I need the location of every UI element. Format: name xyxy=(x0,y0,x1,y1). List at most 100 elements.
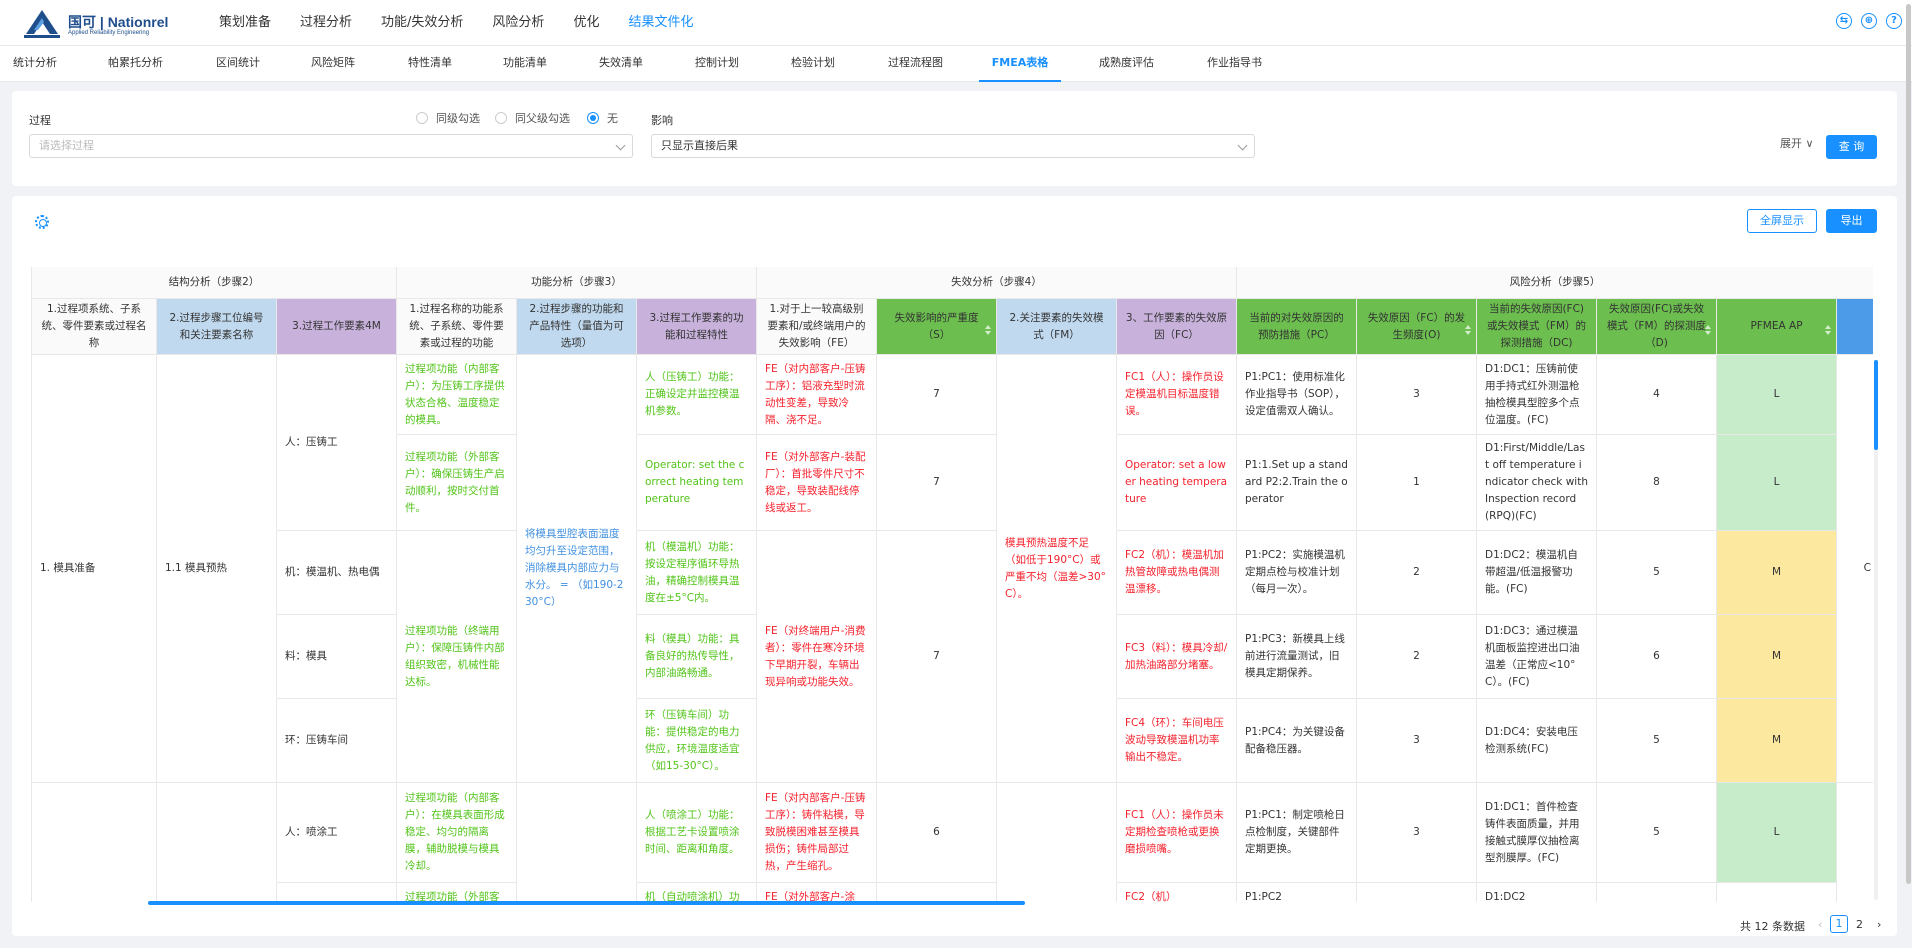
tab-inspection-plan[interactable]: 检验计划 xyxy=(791,46,835,82)
sort-icon[interactable] xyxy=(1705,325,1711,339)
gear-icon[interactable] xyxy=(35,215,49,229)
cell-work-element[interactable]: 机：模温机、热电偶 xyxy=(277,531,397,615)
cell-element-function[interactable]: 人（压铸工）功能：正确设定并监控模温机参数。 xyxy=(637,355,757,435)
chevron-left-icon[interactable]: ‹ xyxy=(1818,918,1822,931)
cell-failure-effect[interactable]: FE（对内部客户-压铸工序）：铸件粘模，导致脱模困难甚至模具损伤；铸件局部过热，… xyxy=(757,783,877,883)
cell-failure-cause[interactable]: FC3（料）：模具冷却/加热油路部分堵塞。 xyxy=(1117,615,1237,699)
cell-failure-cause[interactable]: FC2（机）：模温机加热管故障或热电偶测温漂移。 xyxy=(1117,531,1237,615)
tab-interval[interactable]: 区间统计 xyxy=(216,46,260,82)
cell-failure-cause[interactable]: Operator: set a lower heating temperatur… xyxy=(1117,435,1237,531)
expand-toggle[interactable]: 展开 ∨ xyxy=(1780,135,1814,151)
cell-detection[interactable]: 6 xyxy=(1597,615,1717,699)
cell-element-function[interactable]: 环（压铸车间）功能：提供稳定的电力供应，环境温度适宜（如15-30°C）。 xyxy=(637,699,757,783)
cell-process-step[interactable]: 1.1 模具预热 xyxy=(157,355,277,783)
cell-element-function[interactable]: 人（喷涂工）功能：根据工艺卡设置喷涂时间、距离和角度。 xyxy=(637,783,757,883)
cell-severity[interactable]: 7 xyxy=(877,531,997,783)
fullscreen-button[interactable]: 全屏显示 xyxy=(1747,209,1817,233)
cell-step-function[interactable]: 将模具型腔表面温度均匀升至设定范围，消除模具内部应力与水分。 = （如190-2… xyxy=(517,355,637,783)
col-header-step-function[interactable]: 2.过程步骤的功能和产品特性（量值为可选项） xyxy=(517,299,637,355)
page-1[interactable]: 1 xyxy=(1830,915,1848,933)
query-button[interactable]: 查 询 xyxy=(1826,135,1877,159)
nav-item-documentation[interactable]: 结果文件化 xyxy=(628,0,693,46)
cell-prevention[interactable]: P1:PC2：实施模温机定期点检与校准计划（每月一次）。 xyxy=(1237,531,1357,615)
cell-occurrence[interactable]: 2 xyxy=(1357,615,1477,699)
effect-select[interactable]: 只显示直接后果 xyxy=(651,134,1255,158)
cell-detection-measure[interactable]: D1:DC1：首件检查铸件表面质量，并用接触式膜厚仪抽检离型剂膜厚。(FC) xyxy=(1477,783,1597,883)
cell-detection[interactable]: 5 xyxy=(1597,531,1717,615)
cell-failure-mode[interactable]: 模具预热温度不足（如低于190°C）或严重不均（温差>30°C）。 xyxy=(997,355,1117,783)
tab-control-plan[interactable]: 控制计划 xyxy=(695,46,739,82)
tab-risk-matrix[interactable]: 风险矩阵 xyxy=(311,46,355,82)
cell-prevention[interactable]: P1:PC1：使用标准化作业指导书（SOP），设定值需双人确认。 xyxy=(1237,355,1357,435)
cell-work-element[interactable] xyxy=(277,883,397,902)
cell-element-function[interactable]: Operator: set the correct heating temper… xyxy=(637,435,757,531)
nav-item-function-failure[interactable]: 功能/失效分析 xyxy=(381,0,463,46)
cell-severity[interactable] xyxy=(877,883,997,902)
page-2[interactable]: 2 xyxy=(1856,918,1863,931)
cell-occurrence[interactable]: 3 xyxy=(1357,355,1477,435)
cell-work-element[interactable]: 人：喷涂工 xyxy=(277,783,397,883)
cell-process-function[interactable]: 过程项功能（内部客户）：为压铸工序提供状态合格、温度稳定的模具。 xyxy=(397,355,517,435)
col-header-pfmea-ap[interactable]: PFMEA AP xyxy=(1717,299,1837,355)
chevron-right-icon[interactable]: › xyxy=(1877,918,1881,931)
cell-detection-measure[interactable]: D1:DC3：通过模温机面板监控进出口油温差（正常应<10°C）。(FC) xyxy=(1477,615,1597,699)
cell-detection-measure[interactable]: D1:DC2：模温机自带超温/低温报警功能。(FC) xyxy=(1477,531,1597,615)
tab-functions[interactable]: 功能清单 xyxy=(503,46,547,82)
tab-pareto[interactable]: 帕累托分析 xyxy=(108,46,163,82)
cell-work-element[interactable]: 料：模具 xyxy=(277,615,397,699)
help-icon[interactable]: ? xyxy=(1886,13,1902,29)
cell-work-element[interactable]: 人：压铸工 xyxy=(277,355,397,531)
cell-failure-cause[interactable]: FC2（机） xyxy=(1117,883,1237,902)
col-header-occurrence[interactable]: 失效原因（FC）的发生频度(O) xyxy=(1357,299,1477,355)
cell-process-function[interactable]: 过程项功能（外部客 xyxy=(397,883,517,902)
nav-item-planning[interactable]: 策划准备 xyxy=(219,0,271,46)
cell-occurrence[interactable]: 3 xyxy=(1357,699,1477,783)
cell-failure-effect[interactable]: FE（对外部客户-涂 xyxy=(757,883,877,902)
cell-detection[interactable]: 5 xyxy=(1597,699,1717,783)
col-header-detection[interactable]: 失效原因(FC)或失效模式（FM）的探测度（D) xyxy=(1597,299,1717,355)
cell-element-function[interactable]: 料（模具）功能：具备良好的热传导性，内部油路畅通。 xyxy=(637,615,757,699)
tab-flowchart[interactable]: 过程流程图 xyxy=(888,46,943,82)
tab-fmea-table[interactable]: FMEA表格 xyxy=(979,46,1061,82)
export-button[interactable]: 导出 xyxy=(1826,209,1877,233)
cell-failure-cause[interactable]: FC1（人）：操作员设定模温机目标温度错误。 xyxy=(1117,355,1237,435)
cell-ap[interactable]: L xyxy=(1717,355,1837,435)
cell-failure-mode[interactable] xyxy=(997,783,1117,902)
cell-occurrence[interactable]: 3 xyxy=(1357,783,1477,883)
col-header-process-step[interactable]: 2.过程步骤工位编号和关注要素名称 xyxy=(157,299,277,355)
cell-element-function[interactable]: 机（模温机）功能：按设定程序循环导热油，精确控制模具温度在±5°C内。 xyxy=(637,531,757,615)
cell-process-item[interactable]: 1. 模具准备 xyxy=(32,355,157,783)
tab-statistics[interactable]: 统计分析 xyxy=(13,46,57,82)
cell-detection[interactable]: 5 xyxy=(1597,783,1717,883)
cell-ap[interactable]: L xyxy=(1717,435,1837,531)
sort-icon[interactable] xyxy=(1465,325,1471,339)
cell-ap[interactable]: M xyxy=(1717,615,1837,699)
tab-work-instruction[interactable]: 作业指导书 xyxy=(1207,46,1262,82)
cell-severity[interactable]: 7 xyxy=(877,435,997,531)
tab-characteristics[interactable]: 特性清单 xyxy=(408,46,452,82)
cell-prevention[interactable]: P1:1.Set up a standard P2:2.Train the op… xyxy=(1237,435,1357,531)
cell-failure-cause[interactable]: FC1（人）：操作员未定期检查喷枪或更换磨损喷嘴。 xyxy=(1117,783,1237,883)
cell-work-element[interactable]: 环：压铸车间 xyxy=(277,699,397,783)
nav-item-optimization[interactable]: 优化 xyxy=(573,0,599,46)
cell-ap[interactable] xyxy=(1717,883,1837,902)
cell-process-step[interactable] xyxy=(157,783,277,902)
cell-process-function[interactable]: 过程项功能（内部客户）：在模具表面形成稳定、均匀的隔离膜，辅助脱模与模具冷却。 xyxy=(397,783,517,883)
radio-same-level[interactable]: 同级勾选 xyxy=(416,111,480,125)
nav-item-risk-analysis[interactable]: 风险分析 xyxy=(492,0,544,46)
cell-detection-measure[interactable]: D1:DC4：安装电压检测系统(FC) xyxy=(1477,699,1597,783)
sort-icon[interactable] xyxy=(1825,325,1831,339)
col-header-failure-mode[interactable]: 2.关注要素的失效模式（FM） xyxy=(997,299,1117,355)
cell-detection[interactable] xyxy=(1597,883,1717,902)
col-header-process-item[interactable]: 1.过程项系统、子系统、零件要素或过程名称 xyxy=(32,299,157,355)
cell-occurrence[interactable]: 1 xyxy=(1357,435,1477,531)
cell-step-function[interactable] xyxy=(517,783,637,902)
cell-prevention[interactable]: P1:PC1：制定喷枪日点检制度，关键部件定期更换。 xyxy=(1237,783,1357,883)
col-header-detection-measure[interactable]: 当前的失效原因(FC)或失效模式（FM）的探测措施（DC) xyxy=(1477,299,1597,355)
cell-failure-effect[interactable]: FE（对内部客户-压铸工序）：铝液充型时流动性变差，导致冷隔、浇不足。 xyxy=(757,355,877,435)
vertical-scrollbar[interactable] xyxy=(1874,360,1878,450)
translate-icon[interactable]: ⇆ xyxy=(1836,13,1852,29)
nav-item-process-analysis[interactable]: 过程分析 xyxy=(300,0,352,46)
page-scrollbar[interactable] xyxy=(1906,4,1911,884)
col-header-prevention[interactable]: 当前的对失效原因的预防措施（PC） xyxy=(1237,299,1357,355)
